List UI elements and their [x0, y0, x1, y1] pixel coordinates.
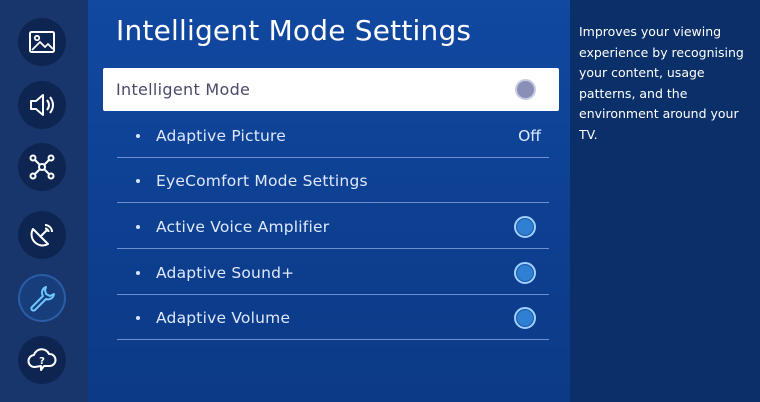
bullet-icon: [136, 224, 140, 229]
bullet-icon: [136, 315, 140, 320]
picture-icon: [29, 31, 55, 53]
description-text: Improves your viewing experience by reco…: [579, 24, 744, 142]
sidebar-item-broadcasting[interactable]: [18, 211, 66, 259]
sidebar-item-sound[interactable]: [18, 81, 66, 129]
menu-item-label: Intelligent Mode: [116, 80, 251, 99]
settings-panel: Intelligent Mode Settings Intelligent Mo…: [88, 0, 570, 402]
toggle-switch[interactable]: [514, 261, 536, 284]
menu-item-active-voice-amplifier[interactable]: Active Voice Amplifier: [117, 204, 549, 249]
menu-item-label: Adaptive Sound+: [156, 263, 295, 282]
menu-item-label: EyeComfort Mode Settings: [156, 171, 368, 190]
sidebar-item-picture[interactable]: [18, 18, 66, 66]
satellite-dish-icon: [30, 224, 53, 247]
svg-text:?: ?: [39, 356, 45, 367]
toggle-switch[interactable]: [514, 306, 536, 329]
sidebar-item-connection[interactable]: [18, 143, 66, 191]
wrench-icon: [30, 286, 55, 312]
menu-item-label: Active Voice Amplifier: [156, 217, 330, 236]
menu-item-value: Off: [518, 126, 541, 145]
menu-item-label: Adaptive Volume: [156, 308, 291, 327]
menu-item-eyecomfort[interactable]: EyeComfort Mode Settings: [117, 158, 549, 203]
bullet-icon: [136, 270, 140, 275]
description-panel: Improves your viewing experience by reco…: [570, 0, 760, 402]
sidebar-item-support[interactable]: ?: [18, 336, 66, 384]
menu-item-label: Adaptive Picture: [156, 126, 287, 145]
menu-item-adaptive-sound[interactable]: Adaptive Sound+: [117, 250, 549, 295]
speaker-icon: [30, 94, 54, 116]
menu-item-adaptive-picture[interactable]: Adaptive Picture Off: [117, 113, 549, 158]
sidebar-item-general[interactable]: [18, 274, 66, 322]
menu-item-adaptive-volume[interactable]: Adaptive Volume: [117, 295, 549, 340]
help-cloud-icon: ?: [27, 348, 57, 371]
bullet-icon: [136, 133, 140, 138]
page-title: Intelligent Mode Settings: [116, 14, 472, 47]
toggle-switch[interactable]: [515, 79, 536, 100]
bullet-icon: [136, 178, 140, 183]
toggle-switch[interactable]: [514, 215, 536, 238]
network-icon: [29, 154, 55, 180]
sidebar: ?: [0, 0, 88, 402]
menu-item-intelligent-mode[interactable]: Intelligent Mode: [103, 68, 559, 111]
